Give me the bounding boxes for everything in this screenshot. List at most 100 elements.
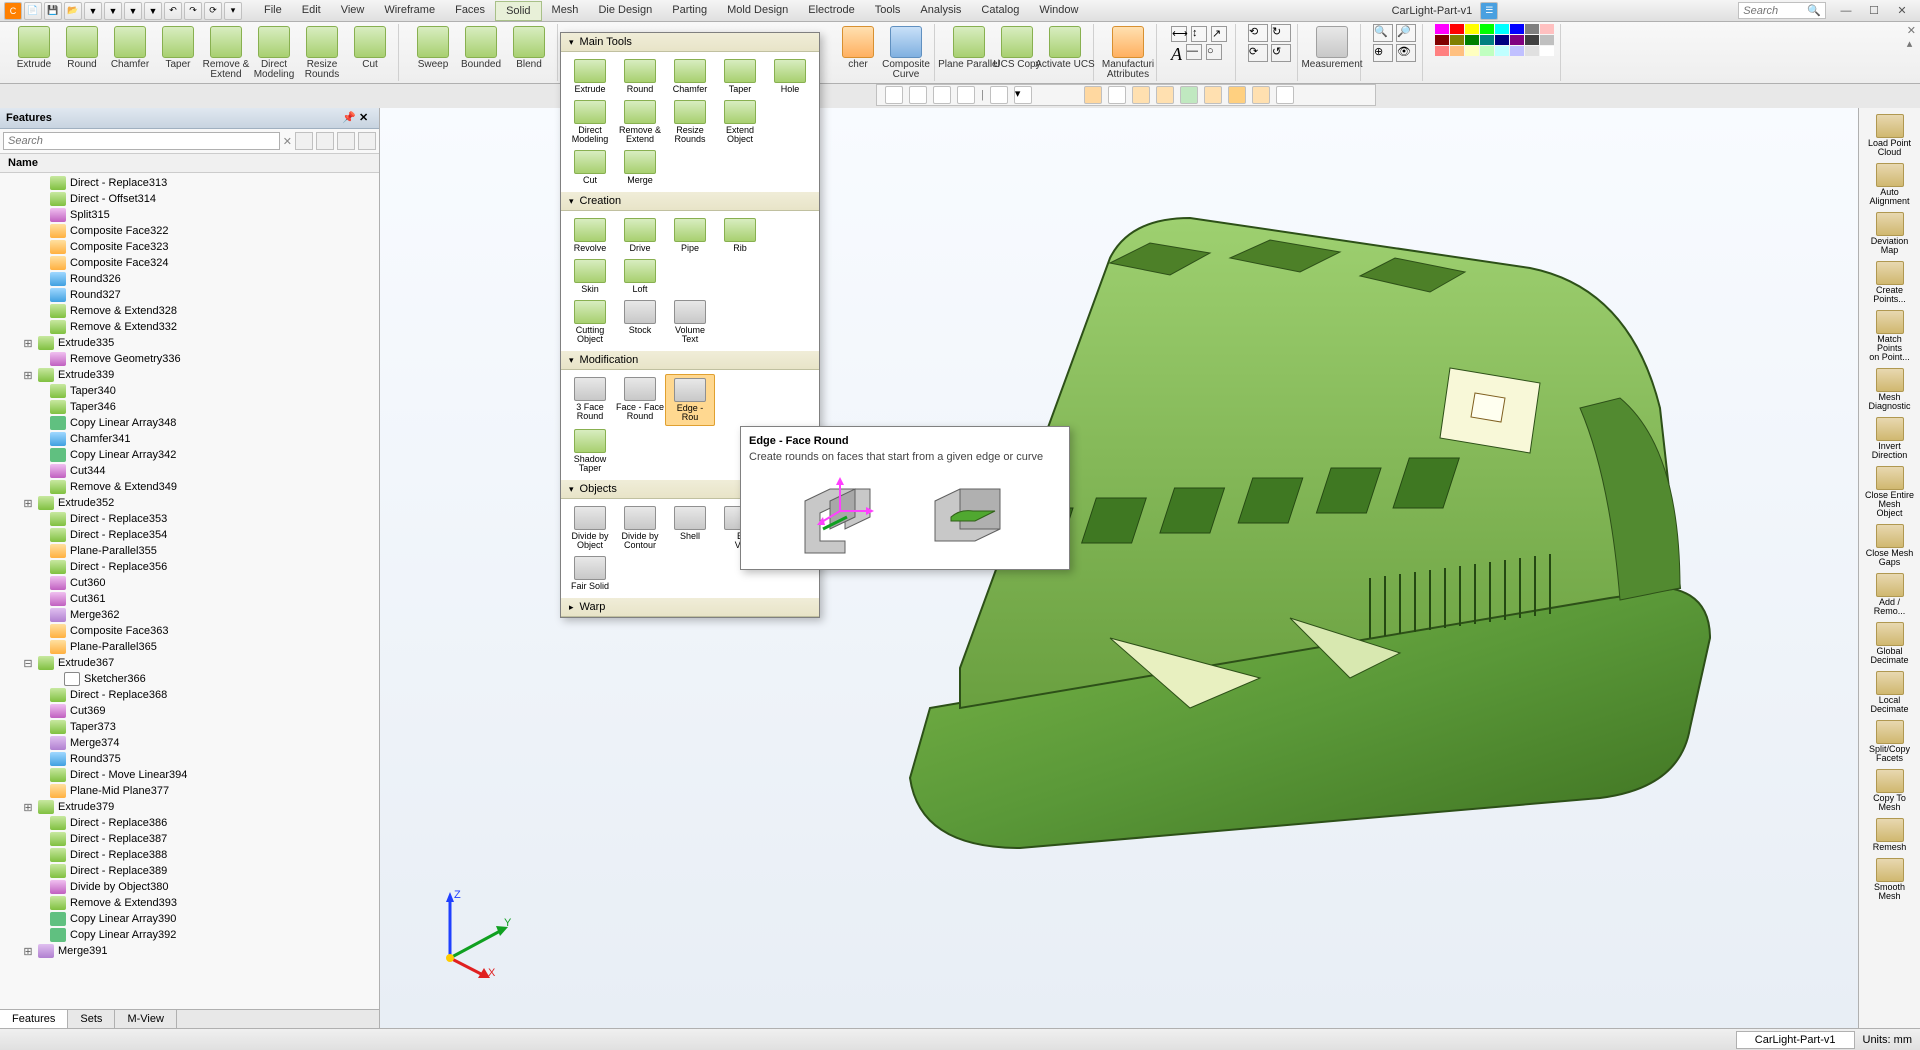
color-swatch[interactable] [1465,24,1479,34]
panel-tool-stock[interactable]: Stock [615,297,665,347]
panel-tool-extrude[interactable]: Extrude [565,56,615,97]
ribbon-sweep[interactable]: Sweep [411,24,455,72]
right-tool-remesh[interactable]: Remesh [1863,816,1917,854]
panel-tool-round[interactable]: Round [615,56,665,97]
vt-btn[interactable]: ▾ [1014,86,1032,104]
color-swatch[interactable] [1480,24,1494,34]
name-column-header[interactable]: Name [0,154,379,173]
panel-tool-cutting-object[interactable]: CuttingObject [565,297,615,347]
color-swatch[interactable] [1540,24,1554,34]
feature-node[interactable]: Cut361 [0,591,379,607]
qat-redo[interactable]: ↷ [184,2,202,20]
feature-node[interactable]: Split315 [0,207,379,223]
qat-refresh[interactable]: ⟳ [204,2,222,20]
right-tool-deviation-map[interactable]: DeviationMap [1863,210,1917,257]
features-tab-sets[interactable]: Sets [68,1010,115,1028]
feature-node[interactable]: Taper346 [0,399,379,415]
vt-btn[interactable] [1084,86,1102,104]
panel-tool-resize-rounds[interactable]: ResizeRounds [665,97,715,147]
vt-btn[interactable] [933,86,951,104]
feature-node[interactable]: Direct - Replace356 [0,559,379,575]
color-swatch[interactable] [1435,46,1449,56]
feature-node[interactable]: Direct - Move Linear394 [0,767,379,783]
feature-node[interactable]: Cut344 [0,463,379,479]
right-tool-copy-to-mesh[interactable]: Copy ToMesh [1863,767,1917,814]
panel-tool-edge-rou[interactable]: Edge -Rou [665,374,715,426]
ribbon-composite-curve[interactable]: CompositeCurve [884,24,928,82]
vt-btn[interactable] [1252,86,1270,104]
menu-catalog[interactable]: Catalog [971,1,1029,21]
right-tool-smooth-mesh[interactable]: SmoothMesh [1863,856,1917,903]
vt-btn[interactable] [1180,86,1198,104]
menu-edit[interactable]: Edit [292,1,331,21]
right-tool-create-points-[interactable]: CreatePoints... [1863,259,1917,306]
panel-tool-drive[interactable]: Drive [615,215,665,256]
feature-node[interactable]: Merge374 [0,735,379,751]
panel-tool--face-round[interactable]: 3 Face Round [565,374,615,426]
vt-btn[interactable] [1276,86,1294,104]
color-swatch[interactable] [1480,46,1494,56]
menu-window[interactable]: Window [1029,1,1088,21]
feature-tree[interactable]: Direct - Replace313Direct - Offset314Spl… [0,173,379,1009]
feature-node[interactable]: Round326 [0,271,379,287]
color-swatch[interactable] [1510,35,1524,45]
feature-node[interactable]: Remove & Extend393 [0,895,379,911]
panel-tool-revolve[interactable]: Revolve [565,215,615,256]
feature-node[interactable]: Direct - Offset314 [0,191,379,207]
ribbon-ucs-copy[interactable]: UCS Copy [995,24,1039,72]
ribbon-cut[interactable]: Cut [348,24,392,72]
panel-tool-divide-by-contour[interactable]: Divide byContour [615,503,665,553]
qat-undo[interactable]: ↶ [164,2,182,20]
vt-btn[interactable] [1108,86,1126,104]
feature-node[interactable]: Composite Face324 [0,255,379,271]
right-tool-close-entire-mesh-object[interactable]: Close EntireMesh Object [1863,464,1917,520]
ribbon-round[interactable]: Round [60,24,104,72]
menu-die-design[interactable]: Die Design [588,1,662,21]
vt-btn[interactable] [1204,86,1222,104]
feature-node[interactable]: Direct - Replace387 [0,831,379,847]
panel-tool-remove-extend[interactable]: Remove &Extend [615,97,665,147]
close-icon[interactable]: ✕ [359,111,373,125]
ribbon-blend[interactable]: Blend [507,24,551,72]
panel-tool-rib[interactable]: Rib [715,215,765,256]
color-swatch[interactable] [1435,35,1449,45]
maximize-button[interactable]: ☐ [1860,2,1888,20]
right-tool-match-points-on-point-[interactable]: Match Pointson Point... [1863,308,1917,364]
ribbon-collapse-icon[interactable]: ✕▴ [1907,24,1916,50]
vt-btn[interactable] [1132,86,1150,104]
panel-tool-face-face-round[interactable]: Face - FaceRound [615,374,665,426]
right-tool-invert-direction[interactable]: InvertDirection [1863,415,1917,462]
qat-save[interactable]: 💾 [44,2,62,20]
search-box[interactable]: 🔍 [1738,2,1826,19]
qat-more[interactable]: ▾ [224,2,242,20]
vt-btn[interactable] [990,86,1008,104]
feature-node[interactable]: Direct - Replace368 [0,687,379,703]
menu-mesh[interactable]: Mesh [542,1,589,21]
ribbon-measurement[interactable]: Measurement [1310,24,1354,72]
features-tab-m-view[interactable]: M-View [115,1010,176,1028]
feature-node[interactable]: Sketcher366 [0,671,379,687]
color-swatch[interactable] [1510,46,1524,56]
color-swatch[interactable] [1495,24,1509,34]
color-swatch[interactable] [1495,35,1509,45]
feature-node[interactable]: ⊞Extrude352 [0,495,379,511]
feature-node[interactable]: Copy Linear Array348 [0,415,379,431]
pin-icon[interactable]: 📌 [342,111,356,125]
ribbon-chamfer[interactable]: Chamfer [108,24,152,72]
ribbon-manufacturi-attributes[interactable]: ManufacturiAttributes [1106,24,1150,82]
feature-node[interactable]: Remove & Extend349 [0,479,379,495]
feature-node[interactable]: Composite Face323 [0,239,379,255]
filter-btn[interactable] [316,132,334,150]
color-swatch[interactable] [1525,35,1539,45]
feature-node[interactable]: Plane-Parallel355 [0,543,379,559]
panel-tool-loft[interactable]: Loft [615,256,665,297]
feature-node[interactable]: ⊞Merge391 [0,943,379,959]
right-tool-load-point-cloud[interactable]: Load PointCloud [1863,112,1917,159]
color-swatch[interactable] [1450,35,1464,45]
panel-tool-chamfer[interactable]: Chamfer [665,56,715,97]
minimize-button[interactable]: — [1832,2,1860,20]
color-swatch[interactable] [1450,46,1464,56]
qat-new[interactable]: 📄 [24,2,42,20]
feature-node[interactable]: Round375 [0,751,379,767]
clear-icon[interactable]: ✕ [283,135,292,148]
